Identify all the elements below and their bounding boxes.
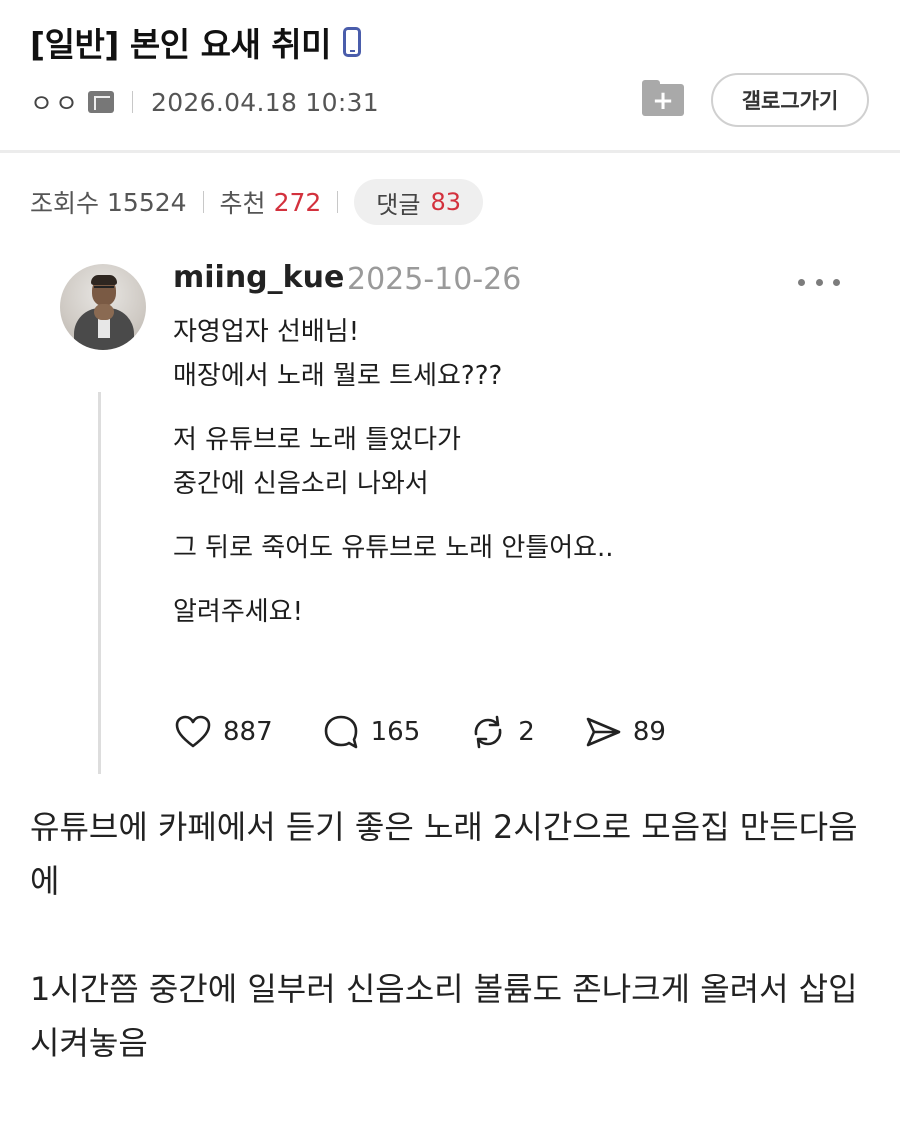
fixed-nick-badge-icon — [88, 91, 115, 113]
repost-count: 2 — [518, 717, 535, 747]
more-dot — [833, 278, 840, 286]
views-count: 15524 — [107, 187, 187, 217]
stats-divider — [202, 191, 204, 213]
like-count: 887 — [223, 717, 273, 747]
send-icon — [586, 717, 621, 747]
mobile-phone-icon — [343, 27, 362, 57]
speech-bubble-icon — [324, 715, 357, 749]
embed-text: 자영업자 선배님! 매장에서 노래 뭘로 트세요??? 저 유튜브로 노래 틀었… — [173, 310, 793, 634]
heart-icon — [175, 715, 211, 748]
more-dot — [798, 278, 805, 286]
reply-count: 165 — [370, 717, 421, 747]
embed-date: 2025-10-26 — [347, 262, 522, 297]
repost-action[interactable]: 2 — [468, 712, 535, 752]
embedded-social-post: miing_kue 2025-10-26 자영업자 선배님! 매장에서 노래 뭘… — [55, 250, 855, 780]
embed-paragraph: 그 뒤로 죽어도 유튜브로 노래 안틀어요.. — [173, 533, 614, 563]
avatar-hair — [91, 275, 117, 285]
avatar-hands — [94, 304, 114, 320]
author-name[interactable]: ㅇㅇ — [30, 84, 80, 120]
post-header: [일반] 본인 요새 취미 ㅇㅇ 2026.04.18 10:31 + 갤로그가… — [0, 0, 900, 150]
post-title: [일반] 본인 요새 취미 — [30, 18, 362, 66]
post-body: 유튜브에 카페에서 듣기 좋은 노래 2시간으로 모음집 만든다음에 1시간쯤 … — [30, 800, 870, 1070]
more-dot — [815, 278, 823, 286]
more-options-icon[interactable] — [798, 270, 840, 294]
embed-paragraph: 알려주세요! — [173, 597, 304, 627]
recommend-label: 추천 — [219, 189, 266, 218]
avatar — [60, 264, 146, 350]
embed-paragraph: 저 유튜브로 노래 틀었다가 중간에 신음소리 나와서 — [173, 425, 461, 499]
stats-divider — [337, 191, 339, 213]
recommend-count: 272 — [273, 187, 322, 217]
post-title-text: [일반] 본인 요새 취미 — [30, 25, 332, 64]
gallog-button[interactable]: 갤로그가기 — [711, 73, 869, 127]
thread-line — [98, 392, 101, 774]
avatar-glasses — [94, 286, 114, 291]
add-folder-button[interactable]: + — [640, 80, 686, 120]
post-date: 2026.04.18 10:31 — [151, 87, 379, 117]
header-divider — [0, 150, 900, 153]
embed-username: miing_kue — [173, 260, 345, 295]
share-action[interactable]: 89 — [583, 712, 666, 752]
views-label: 조회수 — [30, 189, 100, 218]
body-paragraph: 1시간쯤 중간에 일부러 신음소리 볼륨도 존나크게 올려서 삽입시켜놓음 — [30, 970, 858, 1062]
repost-icon — [474, 715, 502, 749]
share-count: 89 — [632, 717, 666, 747]
embed-actions: 887 165 2 89 — [173, 710, 714, 754]
embed-paragraph: 자영업자 선배님! 매장에서 노래 뭘로 트세요??? — [173, 317, 503, 391]
comments-button[interactable]: 댓글 83 — [354, 179, 483, 225]
post-stats: 조회수 15524 추천 272 댓글 83 — [30, 178, 483, 226]
comments-count: 83 — [430, 188, 461, 216]
body-paragraph: 유튜브에 카페에서 듣기 좋은 노래 2시간으로 모음집 만든다음에 — [30, 808, 858, 900]
post-meta: ㅇㅇ 2026.04.18 10:31 — [30, 84, 379, 120]
plus-icon: + — [652, 86, 674, 116]
like-action[interactable]: 887 — [173, 712, 273, 752]
reply-action[interactable]: 165 — [321, 712, 421, 752]
comments-label: 댓글 — [376, 190, 421, 219]
meta-divider — [132, 91, 134, 113]
